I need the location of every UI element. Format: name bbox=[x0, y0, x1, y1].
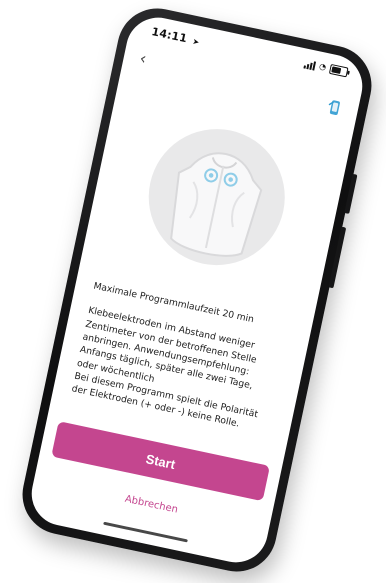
signal-icon bbox=[303, 59, 317, 71]
battery-icon bbox=[328, 63, 349, 78]
stage: 14:11 ➤ ◔ ‹ Maximale Programmlaufzeit 20… bbox=[0, 0, 386, 583]
jacket-with-electrodes-illustration bbox=[170, 152, 263, 257]
smartphone-icon[interactable] bbox=[326, 98, 344, 120]
phone-mockup: 14:11 ➤ ◔ ‹ Maximale Programmlaufzeit 20… bbox=[15, 1, 379, 579]
illustration bbox=[136, 116, 298, 278]
wifi-icon: ◔ bbox=[318, 61, 328, 72]
location-arrow-icon: ➤ bbox=[191, 36, 201, 48]
status-time-text: 14:11 bbox=[150, 25, 189, 46]
program-info: Maximale Programmlaufzeit 20 min Klebeel… bbox=[70, 280, 294, 439]
chevron-left-icon[interactable]: ‹ bbox=[138, 48, 148, 68]
status-icons: ◔ bbox=[303, 59, 349, 78]
phone-screen: 14:11 ➤ ◔ ‹ Maximale Programmlaufzeit 20… bbox=[25, 11, 369, 569]
status-time: 14:11 ➤ bbox=[150, 25, 201, 48]
